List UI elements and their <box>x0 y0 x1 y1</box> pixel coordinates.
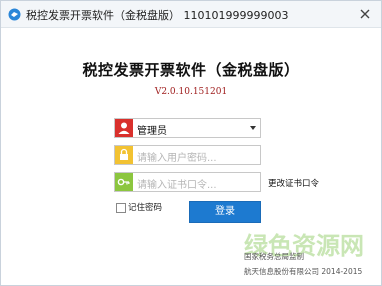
footer-copyright: 航天信息股份有限公司 2014-2015 <box>244 267 363 276</box>
app-logo-icon <box>8 8 21 21</box>
remember-password-checkbox[interactable] <box>116 203 126 213</box>
password-field[interactable]: 请输入用户密码... <box>114 145 261 165</box>
login-window: 税控发票开票软件（金税盘版） 110101999999003 税控发票开票软件（… <box>0 0 382 286</box>
cert-password-field[interactable]: 请输入证书口令... <box>114 172 261 192</box>
title-bar: 税控发票开票软件（金税盘版） 110101999999003 <box>1 1 381 28</box>
footer-supervisor: 国家税务总局监制 <box>244 252 304 261</box>
cert-password-placeholder: 请输入证书口令... <box>137 180 217 191</box>
password-placeholder: 请输入用户密码... <box>137 153 217 164</box>
window-title: 税控发票开票软件（金税盘版） 110101999999003 <box>26 9 289 22</box>
chevron-down-icon[interactable] <box>250 126 256 130</box>
key-icon <box>115 173 133 191</box>
change-cert-password-link[interactable]: 更改证书口令 <box>268 177 319 189</box>
lock-icon <box>115 146 133 164</box>
version-label: V2.0.10.151201 <box>154 87 228 97</box>
app-heading: 税控发票开票软件（金税盘版） <box>82 61 300 79</box>
login-button[interactable]: 登录 <box>189 201 261 223</box>
user-select-value: 管理员 <box>137 126 167 137</box>
user-icon <box>115 119 133 137</box>
user-select[interactable]: 管理员 <box>114 118 261 138</box>
remember-password-label[interactable]: 记住密码 <box>128 201 162 213</box>
close-icon[interactable] <box>357 6 373 22</box>
